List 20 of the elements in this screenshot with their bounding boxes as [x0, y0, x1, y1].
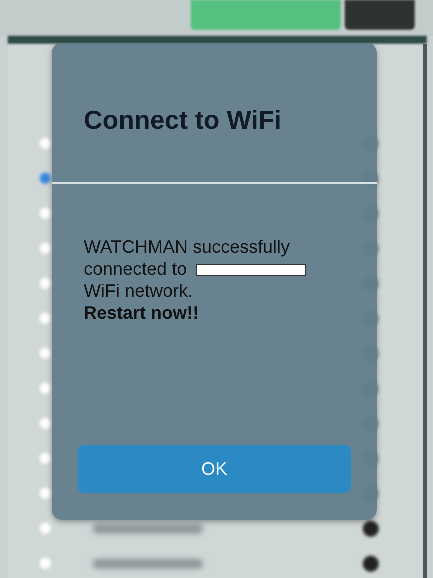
radio-button[interactable]: [40, 278, 51, 289]
tab-blurred[interactable]: [191, 0, 341, 30]
radio-button[interactable]: [40, 383, 51, 394]
radio-button[interactable]: [40, 173, 51, 184]
radio-button[interactable]: [40, 138, 51, 149]
radio-button[interactable]: [40, 313, 51, 324]
radio-button[interactable]: [40, 558, 51, 569]
message-text: WiFi network.: [84, 280, 194, 302]
tab-blurred[interactable]: [345, 0, 415, 30]
radio-button[interactable]: [40, 208, 51, 219]
radio-button[interactable]: [40, 418, 51, 429]
message-text: WATCHMAN successfully connected to: [84, 237, 290, 279]
ok-button[interactable]: OK: [78, 445, 351, 493]
radio-button[interactable]: [40, 488, 51, 499]
radio-button[interactable]: [40, 348, 51, 359]
dialog-title: Connect to WiFi: [84, 105, 282, 136]
radio-button[interactable]: [40, 523, 51, 534]
radio-button[interactable]: [40, 243, 51, 254]
radio-button[interactable]: [40, 453, 51, 464]
restart-text: Restart now!!: [84, 302, 200, 324]
